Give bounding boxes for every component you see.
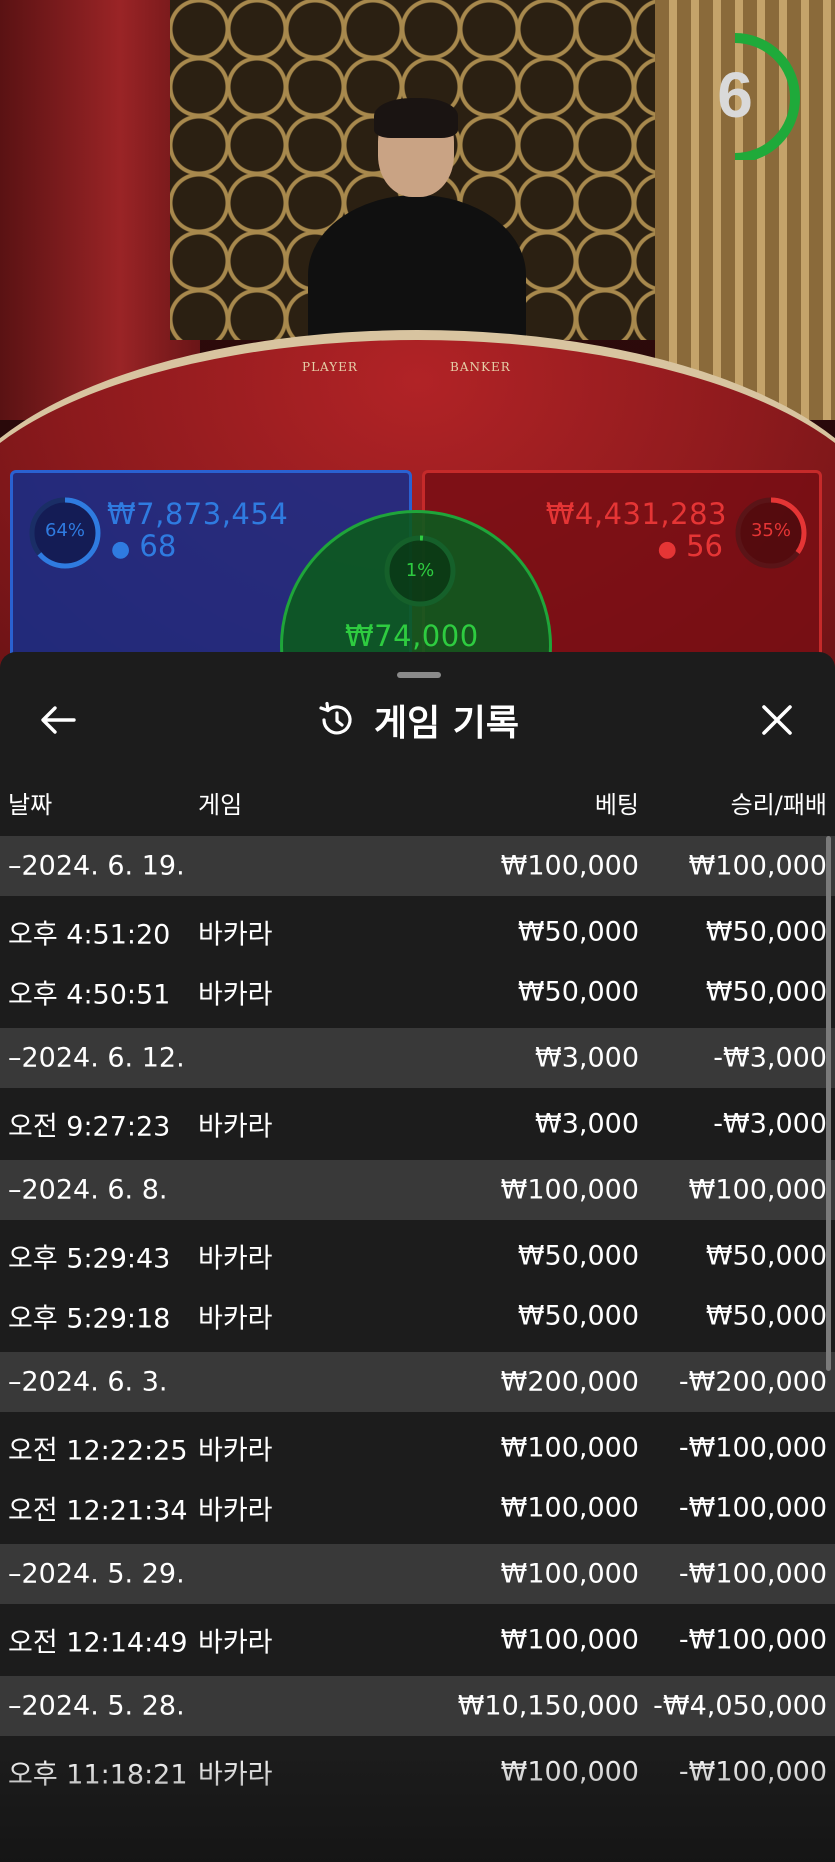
group-date: –2024. 6. 8. [8,1174,168,1206]
record-game: 바카라 [198,1111,273,1143]
sheet-title: 게임 기록 [373,703,519,744]
record-result: ₩50,000 [705,1240,827,1272]
record-time: 오전 12:21:34 [8,1495,188,1527]
record-bet: ₩100,000 [500,1624,639,1656]
table-label-player: PLAYER [302,360,358,374]
group-date: –2024. 5. 29. [8,1558,185,1590]
banker-percent: 35% [750,520,791,541]
history-scrollbar[interactable] [826,836,831,1371]
record-game: 바카라 [198,1759,273,1791]
record-time: 오후 4:51:20 [8,919,171,951]
record-time: 오전 12:14:49 [8,1627,188,1659]
column-header-bet: 베팅 [594,791,639,819]
group-bet-total: ₩100,000 [500,850,639,882]
history-list[interactable]: –2024. 6. 19. ₩100,000 ₩100,000 오후 4:51:20 바… [0,836,835,1808]
history-icon [319,701,352,735]
record-result: -₩100,000 [678,1492,827,1524]
record-time: 오전 9:27:23 [8,1111,171,1143]
record-game: 바카라 [198,1495,273,1527]
record-time: 오후 5:29:43 [8,1243,171,1275]
game-record-row[interactable]: 오후 11:18:21 바카라 ₩100,000 -₩100,000 [0,1742,835,1802]
record-bet: ₩50,000 [517,916,639,948]
group-date: –2024. 6. 12. [8,1042,185,1074]
record-game: 바카라 [198,979,273,1011]
record-bet: ₩100,000 [500,1756,639,1788]
group-bet-total: ₩100,000 [500,1558,639,1590]
record-game: 바카라 [198,1243,273,1275]
record-game: 바카라 [198,919,273,951]
game-record-row[interactable]: 오전 12:21:34 바카라 ₩100,000 -₩100,000 [0,1478,835,1538]
user-icon: ● [111,537,131,562]
sheet-drag-handle[interactable] [397,672,441,678]
banker-count-value: 56 [686,529,723,563]
date-group-row[interactable]: –2024. 5. 28. ₩10,150,000 -₩4,050,000 [0,1676,835,1736]
group-bet-total: ₩200,000 [500,1366,639,1398]
game-record-row[interactable]: 오후 4:51:20 바카라 ₩50,000 ₩50,000 [0,902,835,962]
game-record-row[interactable]: 오전 12:14:49 바카라 ₩100,000 -₩100,000 [0,1610,835,1670]
group-date: –2024. 5. 28. [8,1690,185,1722]
record-result: ₩50,000 [705,1300,827,1332]
game-history-sheet: 게임 기록 날짜 게임 베팅 승리/패배 –2024. 6. 19. ₩100,0… [0,652,835,1862]
game-record-row[interactable]: 오후 5:29:18 바카라 ₩50,000 ₩50,000 [0,1286,835,1346]
column-header-result: 승리/패배 [730,791,827,819]
record-result: -₩100,000 [678,1432,827,1464]
record-game: 바카라 [198,1435,273,1467]
player-percent: 64% [44,520,85,541]
close-button[interactable] [747,690,807,750]
record-bet: ₩3,000 [535,1108,639,1140]
group-bet-total: ₩3,000 [535,1042,639,1074]
tie-amount: ₩74,000 [345,619,479,653]
group-bet-total: ₩100,000 [500,1174,639,1206]
dealer-hair [374,98,458,138]
game-record-row[interactable]: 오전 12:22:25 바카라 ₩100,000 -₩100,000 [0,1418,835,1478]
record-result: -₩3,000 [713,1108,827,1140]
close-icon [762,705,792,735]
record-game: 바카라 [198,1627,273,1659]
group-result-total: -₩4,050,000 [653,1690,827,1722]
record-bet: ₩50,000 [517,1240,639,1272]
countdown-number: 6 [717,59,753,131]
record-bet: ₩50,000 [517,976,639,1008]
banker-count: ● 56 [658,529,723,563]
record-time: 오후 11:18:21 [8,1759,188,1791]
player-amount: ₩7,873,454 [107,497,289,531]
group-date: –2024. 6. 3. [8,1366,168,1398]
date-group-row[interactable]: –2024. 6. 3. ₩200,000 -₩200,000 [0,1352,835,1412]
group-result-total: -₩100,000 [678,1558,827,1590]
date-group-row[interactable]: –2024. 6. 12. ₩3,000 -₩3,000 [0,1028,835,1088]
date-group-row[interactable]: –2024. 6. 8. ₩100,000 ₩100,000 [0,1160,835,1220]
player-count: ● 68 [111,529,176,563]
table-label-banker: BANKER [450,360,511,374]
banker-amount: ₩4,431,283 [545,497,727,531]
group-result-total: ₩100,000 [688,1174,827,1206]
record-time: 오전 12:22:25 [8,1435,188,1467]
group-result-total: -₩200,000 [678,1366,827,1398]
group-result-total: ₩100,000 [688,850,827,882]
record-bet: ₩100,000 [500,1492,639,1524]
record-time: 오후 4:50:51 [8,979,171,1011]
column-header-game: 게임 [198,791,243,819]
game-record-row[interactable]: 오후 5:29:43 바카라 ₩50,000 ₩50,000 [0,1226,835,1286]
record-result: ₩50,000 [705,916,827,948]
game-record-row[interactable]: 오후 4:50:51 바카라 ₩50,000 ₩50,000 [0,962,835,1022]
group-bet-total: ₩10,150,000 [457,1690,639,1722]
record-bet: ₩100,000 [500,1432,639,1464]
player-count-value: 68 [139,529,177,563]
sheet-header: 게임 기록 [0,694,835,746]
group-result-total: -₩3,000 [713,1042,827,1074]
record-time: 오후 5:29:18 [8,1303,171,1335]
record-result: ₩50,000 [705,976,827,1008]
user-icon: ● [657,537,677,562]
record-game: 바카라 [198,1303,273,1335]
live-video-stage: PLAYER BANKER 6 64% ₩7,873,454 ● 68 ₩4,4… [0,0,835,680]
tie-percent: 1% [405,560,435,581]
column-header-date: 날짜 [8,791,53,819]
record-result: -₩100,000 [678,1756,827,1788]
game-record-row[interactable]: 오전 9:27:23 바카라 ₩3,000 -₩3,000 [0,1094,835,1154]
date-group-row[interactable]: –2024. 5. 29. ₩100,000 -₩100,000 [0,1544,835,1604]
group-date: –2024. 6. 19. [8,850,185,882]
date-group-row[interactable]: –2024. 6. 19. ₩100,000 ₩100,000 [0,836,835,896]
record-bet: ₩50,000 [517,1300,639,1332]
record-result: -₩100,000 [678,1624,827,1656]
